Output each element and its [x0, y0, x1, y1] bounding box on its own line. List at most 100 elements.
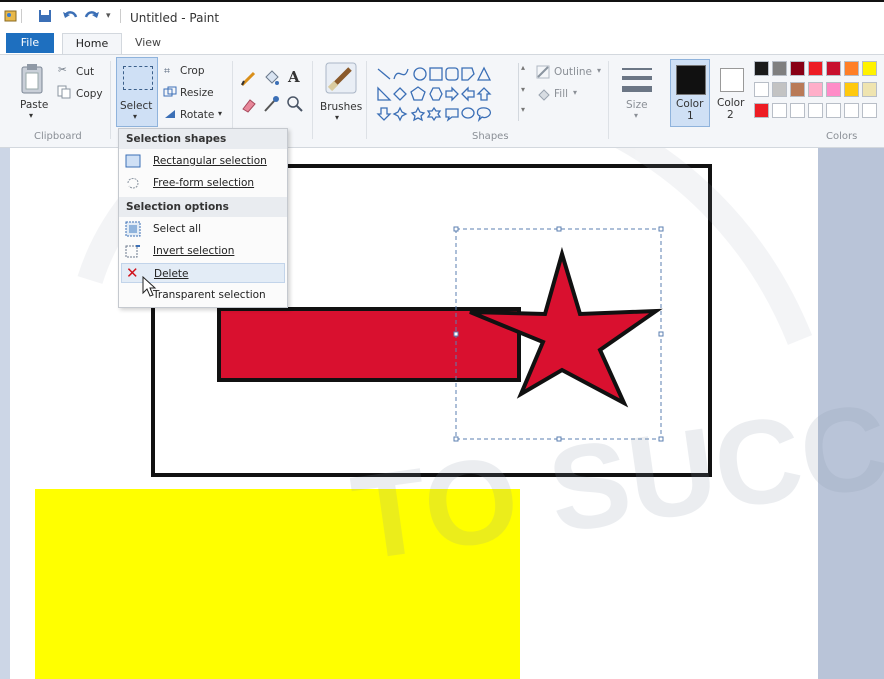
curve-shape-icon[interactable] [393, 68, 409, 80]
triangle-shape-icon[interactable] [476, 66, 492, 81]
palette-swatch[interactable] [790, 82, 805, 97]
palette-swatch[interactable] [754, 61, 769, 76]
palette-swatch[interactable] [772, 61, 787, 76]
tab-view[interactable]: View [124, 33, 172, 53]
shapes-scrollbar[interactable]: ▴ ▾ ▾ [518, 63, 529, 121]
invert-selection-item[interactable]: Invert selection [121, 241, 285, 261]
four-point-star-shape-icon[interactable] [392, 106, 408, 122]
palette-swatch[interactable] [790, 103, 805, 118]
copy-icon[interactable] [57, 85, 71, 99]
pentagon-shape-icon[interactable] [410, 86, 426, 101]
right-triangle-shape-icon[interactable] [377, 86, 392, 101]
text-tool-icon[interactable]: A [288, 68, 300, 86]
palette-swatch[interactable] [772, 82, 787, 97]
palette-swatch[interactable] [844, 61, 859, 76]
palette-swatch[interactable] [826, 103, 841, 118]
magnifier-icon[interactable] [286, 95, 304, 113]
palette-swatch[interactable] [808, 61, 823, 76]
palette-swatch[interactable] [826, 82, 841, 97]
scroll-up-icon[interactable]: ▴ [521, 63, 525, 72]
fill-bucket-icon[interactable] [262, 69, 280, 87]
paste-icon[interactable] [20, 63, 44, 95]
down-arrow-shape-icon[interactable] [376, 107, 392, 121]
palette-swatch[interactable] [844, 82, 859, 97]
shapes-gallery[interactable] [374, 63, 522, 123]
color2-swatch [720, 68, 744, 92]
color2-button[interactable]: Color 2 [714, 59, 750, 127]
free-form-selection-item[interactable]: Free-form selection [121, 173, 285, 193]
polygon-shape-icon[interactable] [461, 67, 475, 81]
palette-swatch[interactable] [808, 82, 823, 97]
resize-icon[interactable] [163, 86, 177, 98]
rotate-icon[interactable] [163, 108, 177, 120]
brushes-icon[interactable] [324, 61, 358, 95]
diamond-shape-icon[interactable] [393, 87, 407, 101]
left-arrow-shape-icon[interactable] [461, 86, 475, 102]
paste-button[interactable]: Paste [20, 99, 48, 111]
palette-swatch[interactable] [790, 61, 805, 76]
copy-button[interactable]: Copy [76, 88, 103, 100]
outline-dropdown-icon[interactable]: ▾ [597, 66, 601, 75]
color1-number: 1 [687, 110, 694, 122]
save-icon[interactable] [38, 9, 52, 25]
crop-button[interactable]: Crop [180, 65, 205, 77]
expand-gallery-icon[interactable]: ▾ [521, 105, 525, 114]
size-button[interactable]: Size [626, 99, 648, 111]
paint-app-icon[interactable] [4, 9, 18, 25]
palette-swatch[interactable] [772, 103, 787, 118]
crop-icon[interactable]: ⌗ [164, 65, 170, 78]
color1-button[interactable]: Color 1 [670, 59, 710, 127]
cloud-callout-shape-icon[interactable] [476, 107, 492, 123]
right-arrow-shape-icon[interactable] [445, 86, 459, 102]
brushes-button[interactable]: Brushes [320, 101, 362, 113]
brushes-dropdown-icon[interactable]: ▾ [335, 113, 339, 122]
rounded-rectangle-shape-icon[interactable] [445, 67, 459, 81]
tab-file[interactable]: File [6, 33, 54, 53]
eraser-icon[interactable] [240, 95, 258, 113]
free-form-selection-label: Free-form selection [153, 177, 255, 189]
five-point-star-shape-icon[interactable] [410, 106, 426, 122]
color2-label: Color [717, 97, 745, 109]
hexagon-shape-icon[interactable] [429, 87, 443, 101]
palette-swatch[interactable] [754, 82, 769, 97]
cut-icon[interactable]: ✂ [58, 64, 67, 76]
fill-dropdown-icon[interactable]: ▾ [573, 88, 577, 97]
paste-dropdown-icon[interactable]: ▾ [29, 111, 33, 120]
palette-swatch[interactable] [862, 82, 877, 97]
resize-button[interactable]: Resize [180, 87, 214, 99]
outline-icon[interactable] [536, 65, 550, 79]
rotate-dropdown-icon[interactable]: ▾ [218, 109, 222, 118]
rounded-callout-shape-icon[interactable] [445, 108, 459, 122]
select-all-item[interactable]: Select all [121, 219, 285, 239]
invert-selection-label: Invert selection [153, 245, 235, 257]
size-icon[interactable] [622, 65, 652, 95]
rectangular-selection-item[interactable]: Rectangular selection [121, 151, 285, 171]
fill-button[interactable]: Fill [554, 88, 568, 100]
outline-button[interactable]: Outline [554, 66, 592, 78]
fill-icon[interactable] [536, 87, 550, 101]
up-arrow-shape-icon[interactable] [476, 87, 492, 101]
select-button[interactable]: Select ▾ [116, 57, 158, 127]
line-shape-icon[interactable] [377, 68, 391, 80]
color-picker-icon[interactable] [262, 95, 280, 113]
palette-swatch[interactable] [826, 61, 841, 76]
pencil-icon[interactable] [240, 69, 258, 87]
rotate-button[interactable]: Rotate [180, 109, 214, 121]
palette-swatch[interactable] [862, 61, 877, 76]
size-dropdown-icon[interactable]: ▾ [634, 111, 638, 120]
oval-callout-shape-icon[interactable] [461, 107, 475, 119]
cut-button[interactable]: Cut [76, 66, 94, 78]
undo-icon[interactable] [62, 9, 78, 25]
oval-shape-icon[interactable] [413, 67, 427, 81]
palette-swatch[interactable] [754, 103, 769, 118]
rectangle-shape-icon[interactable] [429, 67, 443, 81]
redo-icon[interactable] [84, 9, 100, 25]
six-point-star-shape-icon[interactable] [426, 106, 442, 122]
scroll-down-icon[interactable]: ▾ [521, 85, 525, 94]
customize-quick-access-icon[interactable]: ▾ [106, 11, 111, 27]
tab-home[interactable]: Home [62, 33, 122, 54]
palette-swatch[interactable] [808, 103, 823, 118]
color2-number: 2 [727, 109, 734, 121]
palette-swatch[interactable] [844, 103, 859, 118]
palette-swatch[interactable] [862, 103, 877, 118]
